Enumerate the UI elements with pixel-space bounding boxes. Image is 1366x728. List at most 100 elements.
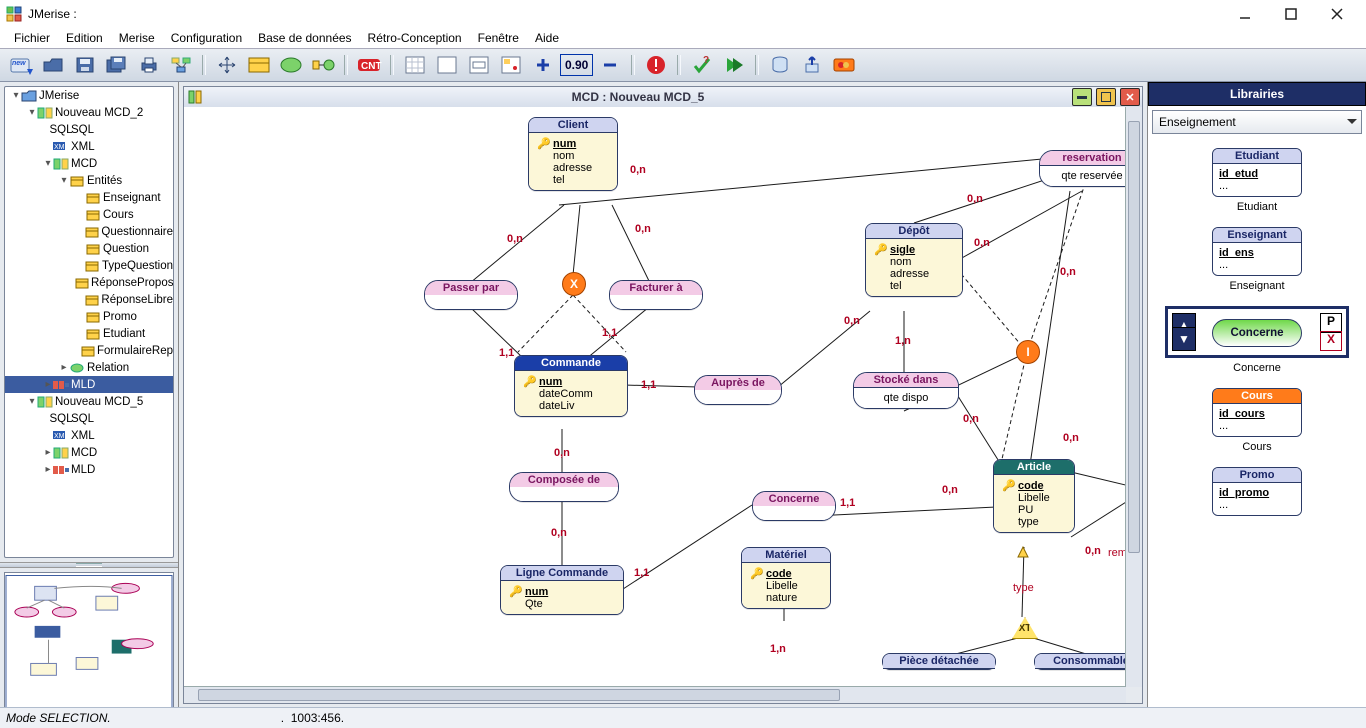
menu-bar: Fichier Edition Merise Configuration Bas…	[0, 28, 1366, 48]
mdi-minimize-button[interactable]	[1072, 88, 1092, 106]
window-titlebar: JMerise :	[0, 0, 1366, 28]
tree-item-xml[interactable]: XMLXML	[5, 427, 173, 444]
menu-fichier[interactable]: Fichier	[6, 29, 58, 47]
save-all-icon[interactable]	[102, 52, 132, 78]
menu-merise[interactable]: Merise	[111, 29, 163, 47]
library-dropdown[interactable]: Enseignement	[1152, 110, 1362, 134]
tree-item-questionnaire[interactable]: Questionnaire	[5, 223, 173, 240]
assoc-Concerne[interactable]: Concerne	[752, 491, 836, 521]
library-relation-selected[interactable]: ▲PConcerne▼X	[1165, 306, 1349, 358]
diagram-canvas[interactable]: Client🔑numnomadressetel Dépôt🔑siglenomadr…	[184, 107, 1126, 687]
menu-configuration[interactable]: Configuration	[163, 29, 250, 47]
library-delete-button[interactable]: X	[1320, 331, 1342, 351]
assoc-ComposeeDe[interactable]: Composée de	[509, 472, 619, 502]
tree-item-relation[interactable]: ▸Relation	[5, 359, 173, 376]
vertical-scrollbar[interactable]	[1125, 107, 1142, 687]
maximize-button[interactable]	[1268, 0, 1314, 28]
ent-Article[interactable]: Article🔑codeLibellePUtype	[993, 459, 1075, 533]
grid-rect-icon[interactable]	[464, 52, 494, 78]
association-tool-icon[interactable]	[276, 52, 306, 78]
minimize-button[interactable]	[1222, 0, 1268, 28]
new-icon[interactable]: new	[6, 52, 36, 78]
zoom-in-icon[interactable]	[528, 52, 558, 78]
menu-edition[interactable]: Edition	[58, 29, 111, 47]
menu-base-de-donnees[interactable]: Base de données	[250, 29, 359, 47]
ent-LigneCommande[interactable]: Ligne Commande🔑numQte	[500, 565, 624, 615]
zoom-value[interactable]: 0.90	[560, 54, 593, 76]
library-nav-down[interactable]: ▼	[1172, 327, 1196, 351]
cardinality: 0,n	[844, 315, 860, 327]
menu-fenetre[interactable]: Fenêtre	[470, 29, 527, 47]
tree-item-etudiant[interactable]: Etudiant	[5, 325, 173, 342]
zoom-out-icon[interactable]	[595, 52, 625, 78]
tree-item-sql[interactable]: SQLSQL	[5, 410, 173, 427]
tree-item-jmerise[interactable]: ▾JMerise	[5, 87, 173, 104]
constraint-X[interactable]: X	[562, 272, 586, 296]
ent-Commande[interactable]: Commande🔑numdateCommdateLiv	[514, 355, 628, 417]
grid-light-icon[interactable]	[432, 52, 462, 78]
library-entity-cours[interactable]: Coursid_cours...	[1212, 388, 1302, 437]
svg-text:new: new	[12, 60, 26, 67]
mdi-titlebar[interactable]: MCD : Nouveau MCD_5 ✕	[184, 87, 1142, 108]
print-icon[interactable]	[134, 52, 164, 78]
tree-item-formulairerep[interactable]: FormulaireRep	[5, 342, 173, 359]
library-relation-pill[interactable]: Concerne	[1212, 319, 1302, 347]
grid-dot-icon[interactable]	[496, 52, 526, 78]
run-icon[interactable]	[719, 52, 749, 78]
mdi-maximize-button[interactable]	[1096, 88, 1116, 106]
link-tool-icon[interactable]	[308, 52, 338, 78]
tree-item-sql[interactable]: SQLSQL	[5, 121, 173, 138]
validate-icon[interactable]: ?	[687, 52, 717, 78]
library-list[interactable]: Etudiantid_etud...EtudiantEnseignantid_e…	[1148, 138, 1366, 708]
menu-retro-conception[interactable]: Rétro-Conception	[360, 29, 470, 47]
assoc-AupresDe[interactable]: Auprès de	[694, 375, 782, 405]
tree-item-mld[interactable]: ▸MLD	[5, 376, 173, 393]
entity-Consommable[interactable]: Consommable	[1034, 653, 1126, 670]
assoc-PasserPar[interactable]: Passer par	[424, 280, 518, 310]
open-icon[interactable]	[38, 52, 68, 78]
library-p-button[interactable]: P	[1320, 313, 1342, 333]
move-tool-icon[interactable]	[212, 52, 242, 78]
tree-item-question[interactable]: Question	[5, 240, 173, 257]
grid-none-icon[interactable]	[400, 52, 430, 78]
tree-item-mcd[interactable]: ▸MCD	[5, 444, 173, 461]
horizontal-scrollbar[interactable]	[184, 686, 1126, 703]
save-icon[interactable]	[70, 52, 100, 78]
tree-item-r-ponsepropos[interactable]: RéponsePropos	[5, 274, 173, 291]
entity-tool-icon[interactable]	[244, 52, 274, 78]
library-entity-promo[interactable]: Promoid_promo...	[1212, 467, 1302, 516]
entity-PieceDetachee[interactable]: Pièce détachée	[882, 653, 996, 670]
tree-item-mcd[interactable]: ▾MCD	[5, 155, 173, 172]
mdi-close-button[interactable]: ✕	[1120, 88, 1140, 106]
assoc-StockeDans[interactable]: Stocké dansqte dispo	[853, 372, 959, 409]
project-tree[interactable]: ▾JMerise▾Nouveau MCD_2SQLSQLXMLXML▾MCD▾E…	[4, 86, 174, 558]
ent-Depot[interactable]: Dépôt🔑siglenomadressetel	[865, 223, 963, 297]
tree-item-enseignant[interactable]: Enseignant	[5, 189, 173, 206]
export-icon[interactable]	[797, 52, 827, 78]
library-entity-enseignant[interactable]: Enseignantid_ens...	[1212, 227, 1302, 276]
assoc-Reservation[interactable]: reservationqte reservée	[1039, 150, 1126, 187]
minimap[interactable]	[4, 572, 174, 725]
horizontal-splitter[interactable]	[0, 562, 178, 568]
autolayout-icon[interactable]	[166, 52, 196, 78]
tree-item-entit-s[interactable]: ▾Entités	[5, 172, 173, 189]
tree-item-r-ponselibre[interactable]: RéponseLibre	[5, 291, 173, 308]
error-check-icon[interactable]	[641, 52, 671, 78]
library-entity-etudiant[interactable]: Etudiantid_etud...	[1212, 148, 1302, 197]
tree-item-xml[interactable]: XMLXML	[5, 138, 173, 155]
menu-aide[interactable]: Aide	[527, 29, 567, 47]
tree-item-nouveau-mcd-2[interactable]: ▾Nouveau MCD_2	[5, 104, 173, 121]
card-icon[interactable]	[829, 52, 859, 78]
database-icon[interactable]	[765, 52, 795, 78]
tree-item-nouveau-mcd-5[interactable]: ▾Nouveau MCD_5	[5, 393, 173, 410]
constraint-I[interactable]: I	[1016, 340, 1040, 364]
tree-item-cours[interactable]: Cours	[5, 206, 173, 223]
tree-item-typequestion[interactable]: TypeQuestion	[5, 257, 173, 274]
ent-Materiel[interactable]: Matériel🔑codeLibellenature	[741, 547, 831, 609]
constraint-tool-icon[interactable]: CNT	[354, 52, 384, 78]
tree-item-mld[interactable]: ▸MLD	[5, 461, 173, 478]
tree-item-promo[interactable]: Promo	[5, 308, 173, 325]
assoc-FacturerA[interactable]: Facturer à	[609, 280, 703, 310]
ent-Client[interactable]: Client🔑numnomadressetel	[528, 117, 618, 191]
close-button[interactable]	[1314, 0, 1360, 28]
